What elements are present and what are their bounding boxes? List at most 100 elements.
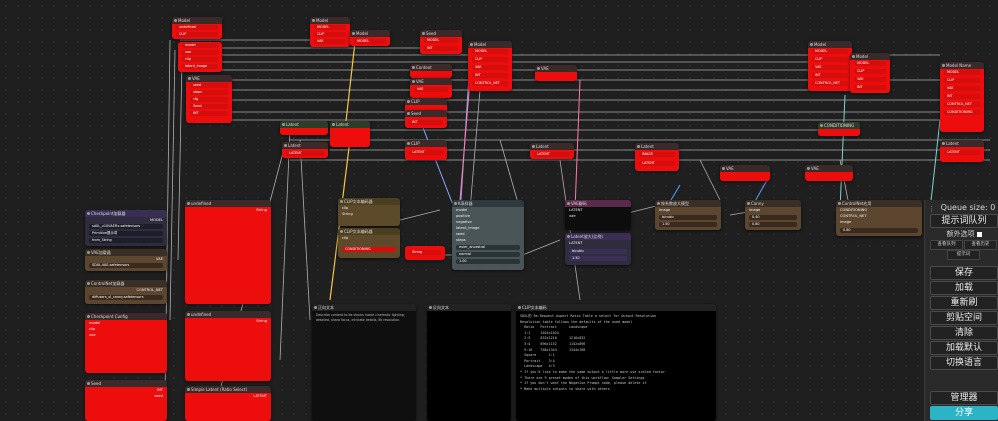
scale-widget[interactable]: 1.50 bbox=[659, 222, 717, 227]
latent-node-a[interactable]: Latent bbox=[280, 121, 328, 135]
widget-value[interactable]: LATENT bbox=[286, 151, 324, 156]
vae-decode-node-top[interactable]: VAE bbox=[535, 65, 577, 81]
manager-button[interactable]: 管理器 bbox=[930, 391, 998, 405]
widget-value[interactable]: cfg bbox=[190, 97, 228, 102]
widget-value[interactable]: MODEL bbox=[424, 38, 458, 43]
widget-value[interactable]: MODEL bbox=[854, 61, 886, 66]
widget-value[interactable]: VAE bbox=[472, 65, 508, 70]
widget-value[interactable]: INT bbox=[812, 73, 848, 78]
drag-handle-icon[interactable]: ⋮ bbox=[928, 205, 935, 213]
widget-value[interactable]: String bbox=[409, 250, 441, 255]
prompt-select[interactable]: Primitive提示词 bbox=[89, 231, 163, 236]
widget-value[interactable]: LATENT bbox=[409, 150, 443, 155]
controlnet-name-select[interactable]: diffusers_xl_canny.safetensors bbox=[89, 295, 163, 300]
widget-value[interactable]: INT bbox=[944, 94, 980, 99]
strength-widget[interactable]: 0.80 bbox=[840, 228, 918, 233]
latent-node-f[interactable]: Latent LATENT bbox=[940, 140, 984, 162]
widget-value[interactable]: CONDITIONING bbox=[342, 247, 396, 252]
widget-value[interactable]: MODEL bbox=[314, 25, 346, 30]
undefined-node-b[interactable]: undefined String bbox=[185, 311, 271, 381]
model-name-node[interactable]: Model Name MODEL CLIP VAE INT CONTROL_NE… bbox=[940, 62, 984, 132]
clip-encode-node-b[interactable]: CLIP文本编码器 clip CONDITIONING bbox=[338, 228, 400, 258]
vae-node-b[interactable]: VAE VAE bbox=[410, 78, 452, 98]
widget-value[interactable]: INT bbox=[424, 46, 458, 51]
widget-value[interactable]: CLIP bbox=[314, 32, 346, 37]
widget-value[interactable]: MODEL bbox=[354, 39, 386, 44]
model-node-a[interactable]: Model undefined CLIP bbox=[172, 17, 222, 39]
ckpt-name-select[interactable]: sdXL_v10VAEFix.safetensors bbox=[89, 224, 163, 229]
sampler-select[interactable]: euler_ancestral bbox=[456, 245, 520, 250]
high-threshold-widget[interactable]: 0.80 bbox=[749, 222, 797, 227]
widget-value[interactable]: VAE bbox=[314, 39, 346, 44]
ksampler-node[interactable]: K采样器 model positive negative latent_imag… bbox=[452, 200, 524, 270]
controlnet-apply-node[interactable]: ControlNet应用 CONDITIONING CONTROL_NET im… bbox=[836, 200, 922, 236]
clear-button[interactable]: 清除 bbox=[930, 326, 998, 340]
upscale-method-select[interactable]: bicubic bbox=[659, 215, 717, 220]
undefined-node-a[interactable]: undefined String bbox=[185, 200, 271, 304]
model-node-c[interactable]: Model MODEL bbox=[350, 30, 390, 46]
upscale-method-select[interactable]: bicubic bbox=[569, 249, 627, 254]
widget-value[interactable]: CLIP bbox=[944, 78, 980, 83]
context-node[interactable]: Context bbox=[410, 64, 452, 78]
controlnet-loader-node[interactable]: ControlNet加载器 CONTROL_NET diffusers_xl_c… bbox=[85, 280, 167, 304]
prompt-mini-button[interactable]: 提示词 bbox=[947, 250, 980, 260]
positive-textarea[interactable]: Describe content to be shown inside cine… bbox=[312, 311, 416, 325]
model-node-e[interactable]: Model MODEL CLIP VAE INT CONTROL_NET bbox=[808, 41, 852, 91]
denoise-widget[interactable]: 1.00 bbox=[456, 259, 520, 264]
clip-node-b[interactable]: CLIP LATENT bbox=[405, 140, 447, 160]
widget-value[interactable]: LATENT bbox=[944, 150, 980, 155]
latent-node-c[interactable]: Latent LATENT bbox=[282, 142, 328, 158]
vae-decode-node[interactable]: VAE解码 LATENT vae bbox=[565, 200, 631, 230]
vae-node-a[interactable]: VAE seed steps cfg Seed INT bbox=[186, 75, 232, 123]
clip-encode-node-a[interactable]: CLIP文本编码器 clip String bbox=[338, 198, 400, 226]
seed-node-b[interactable]: Seed MODEL INT bbox=[420, 30, 462, 54]
widget-value[interactable]: VAE bbox=[854, 77, 886, 82]
vae-name-select[interactable]: SDXL-VAE.safetensors bbox=[89, 263, 163, 268]
widget-value[interactable]: MODEL bbox=[812, 49, 848, 54]
widget-value[interactable]: VAE bbox=[812, 65, 848, 70]
widget-value[interactable]: MODEL bbox=[944, 70, 980, 75]
widget-value[interactable]: CLIP bbox=[812, 57, 848, 62]
widget-value[interactable]: model bbox=[182, 43, 218, 48]
latent-node-b[interactable]: Latent bbox=[330, 121, 370, 147]
widget-value[interactable]: clip bbox=[182, 57, 218, 62]
string-node[interactable]: String bbox=[405, 246, 445, 260]
save-button[interactable]: 保存 bbox=[930, 266, 998, 280]
checkpoint-loader-node[interactable]: Checkpoint加载器 MODEL sdXL_v10VAEFix.safet… bbox=[85, 210, 167, 246]
latent-upscale-node[interactable]: Latent放大(比例) LATENT bicubic 1.50 bbox=[565, 233, 631, 265]
clipspace-button[interactable]: 剪贴空间 bbox=[930, 311, 998, 325]
widget-value[interactable]: VAE bbox=[414, 87, 448, 92]
widget-value[interactable]: CLIP bbox=[176, 32, 218, 37]
seed-node[interactable]: Seed INT seed bbox=[85, 380, 167, 421]
widget-value[interactable]: steps bbox=[190, 90, 228, 95]
widget-value[interactable]: INT bbox=[854, 85, 886, 90]
vae-node-c[interactable]: VAE bbox=[720, 165, 770, 181]
latent-node-d[interactable]: Latent LATENT bbox=[530, 143, 574, 159]
low-threshold-widget[interactable]: 0.40 bbox=[749, 215, 797, 220]
load-button[interactable]: 加载 bbox=[930, 281, 998, 295]
clip-text-display-node[interactable]: CLIP文本编码 SDXL的 Re-Request Aspect Ratio T… bbox=[516, 304, 716, 421]
upscale-by-node[interactable]: 按系数放大模型 image bicubic 1.50 bbox=[655, 200, 721, 230]
widget-value[interactable]: latent_image bbox=[182, 64, 218, 69]
model-node-b[interactable]: Model MODEL CLIP VAE bbox=[310, 17, 350, 47]
widget-value[interactable]: INT bbox=[472, 73, 508, 78]
latent-node-e[interactable]: Latent IMAGE LATENT bbox=[635, 143, 679, 171]
widget-value[interactable]: Seed bbox=[190, 104, 228, 109]
load-default-button[interactable]: 加载默认 bbox=[930, 341, 998, 355]
vae-node-d[interactable]: VAE bbox=[805, 165, 853, 181]
widget-value[interactable]: seed bbox=[190, 83, 228, 88]
string-field[interactable]: from_String bbox=[89, 238, 163, 243]
widget-value[interactable]: CLIP bbox=[472, 57, 508, 62]
switch-language-button[interactable]: 切换语言 bbox=[930, 356, 998, 370]
extra-options-checkbox[interactable] bbox=[976, 231, 982, 237]
model-node-f[interactable]: Model MODEL CLIP VAE INT bbox=[850, 53, 890, 93]
view-history-button[interactable]: 查看历史 bbox=[964, 240, 997, 250]
widget-value[interactable]: vae bbox=[182, 50, 218, 55]
widget-value[interactable]: CLIP bbox=[854, 69, 886, 74]
widget-value[interactable]: IMAGE bbox=[639, 152, 675, 157]
positive-text-node[interactable]: 正向文本 Describe content to be shown inside… bbox=[312, 304, 416, 421]
view-queue-button[interactable]: 查看队列 bbox=[930, 240, 963, 250]
widget-value[interactable]: INT bbox=[409, 120, 443, 125]
widget-value[interactable]: CONDITIONING bbox=[944, 110, 980, 115]
vae-loader-node[interactable]: VAE加载器 VAE SDXL-VAE.safetensors bbox=[85, 249, 167, 271]
